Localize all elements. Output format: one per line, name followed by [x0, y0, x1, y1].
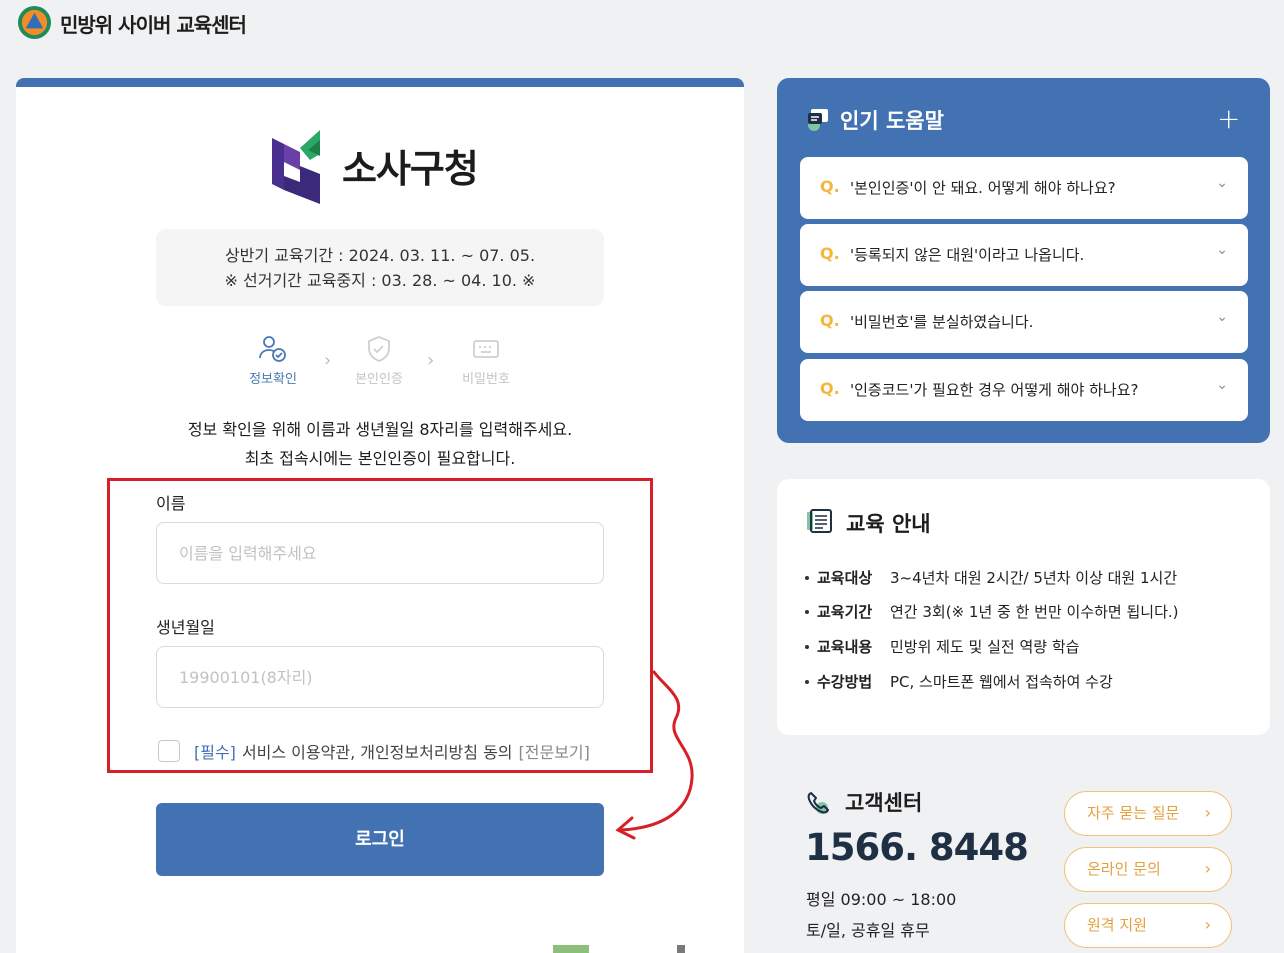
faq-question: '본인인증'이 안 돼요. 어떻게 해야 하나요? [850, 179, 1116, 197]
faq-q-marker: Q. [820, 244, 840, 263]
partial-logo-icon [553, 945, 685, 953]
step-label: 정보확인 [249, 372, 297, 387]
name-input[interactable] [156, 522, 604, 584]
remote-support-button[interactable]: 원격 지원 › [1064, 903, 1232, 948]
education-value: 민방위 제도 및 실전 역량 학습 [890, 638, 1080, 656]
keyboard-icon [473, 340, 499, 358]
education-value: 연간 3회(※ 1년 중 한 번만 이수하면 됩니다.) [890, 603, 1179, 621]
election-pause-line: ※ 선거기간 교육중지 : 03. 28. ~ 04. 10. ※ [224, 271, 536, 290]
step-info-check: 정보확인 [233, 334, 313, 387]
chevron-right-icon: › [1204, 859, 1211, 878]
faq-item[interactable]: Q. '인증코드'가 필요한 경우 어떻게 해야 하나요? ⌄ [800, 359, 1248, 421]
chevron-down-icon: ⌄ [1216, 309, 1228, 325]
instruction-line: 최초 접속시에는 본인인증이 필요합니다. [244, 449, 516, 468]
step-chevron-icon: › [427, 350, 435, 371]
birth-date-input[interactable] [156, 646, 604, 708]
button-label: 온라인 문의 [1087, 860, 1161, 878]
birth-label: 생년월일 [156, 618, 215, 637]
faq-q-marker: Q. [820, 311, 840, 330]
button-label: 자주 묻는 질문 [1087, 804, 1180, 822]
user-check-icon [259, 336, 286, 362]
terms-checkbox[interactable] [158, 740, 180, 762]
sosa-gu-logo-icon [272, 130, 320, 204]
annotation-arrow-icon [615, 670, 694, 840]
step-identity-verify: 본인인증 [339, 334, 419, 387]
education-key: 수강방법 [817, 673, 873, 691]
customer-center-phone: 1566. 8448 [805, 826, 1029, 869]
chevron-right-icon: › [1204, 915, 1211, 934]
faq-question: '비밀번호'를 분실하였습니다. [850, 313, 1034, 331]
terms-text: 서비스 이용약관, 개인정보처리방침 동의 [241, 743, 513, 762]
faq-item[interactable]: Q. '비밀번호'를 분실하였습니다. ⌄ [800, 291, 1248, 353]
faq-item[interactable]: Q. '본인인증'이 안 돼요. 어떻게 해야 하나요? ⌄ [800, 157, 1248, 219]
faq-expand-button[interactable]: + [1217, 102, 1240, 135]
step-label: 본인인증 [355, 372, 403, 387]
education-period-box: 상반기 교육기간 : 2024. 03. 11. ~ 07. 05. ※ 선거기… [156, 229, 604, 306]
education-info-card: 교육 안내 교육대상 3~4년차 대원 2시간/ 5년차 이상 대원 1시간 교… [777, 479, 1270, 735]
bullet-icon [805, 679, 809, 684]
education-title: 교육 안내 [846, 512, 931, 536]
education-row: 교육대상 3~4년차 대원 2시간/ 5년차 이상 대원 1시간 [805, 567, 1177, 588]
step-label: 비밀번호 [462, 372, 510, 387]
shield-check-icon [368, 336, 390, 362]
education-key: 교육기간 [817, 603, 873, 621]
step-chevron-icon: › [324, 350, 332, 371]
weekday-hours: 평일 09:00 ~ 18:00 [806, 890, 957, 909]
chevron-down-icon: ⌄ [1216, 175, 1228, 191]
faq-q-marker: Q. [820, 379, 840, 398]
period-line: 상반기 교육기간 : 2024. 03. 11. ~ 07. 05. [224, 246, 536, 265]
education-row: 교육내용 민방위 제도 및 실전 역량 학습 [805, 636, 1079, 657]
bullet-icon [805, 575, 809, 580]
faq-title: 인기 도움말 [840, 109, 944, 133]
education-row: 교육기간 연간 3회(※ 1년 중 한 번만 이수하면 됩니다.) [805, 601, 1179, 622]
site-title[interactable]: 민방위 사이버 교육센터 [60, 9, 247, 38]
phone-icon [807, 792, 829, 814]
chevron-down-icon: ⌄ [1216, 377, 1228, 393]
login-button[interactable]: 로그인 [156, 803, 604, 876]
top-header: 민방위 사이버 교육센터 [0, 0, 1284, 48]
faq-q-marker: Q. [820, 177, 840, 196]
bullet-icon [805, 644, 809, 649]
login-instruction: 정보 확인을 위해 이름과 생년월일 8자리를 입력해주세요. 최초 접속시에는… [130, 415, 630, 473]
education-row: 수강방법 PC, 스마트폰 웹에서 접속하여 수강 [805, 671, 1113, 692]
education-value: 3~4년차 대원 2시간/ 5년차 이상 대원 1시간 [890, 569, 1178, 587]
instruction-line: 정보 확인을 위해 이름과 생년월일 8자리를 입력해주세요. [187, 420, 573, 439]
org-name: 소사구청 [342, 147, 479, 191]
chevron-right-icon: › [1204, 803, 1211, 822]
online-inquiry-button[interactable]: 온라인 문의 › [1064, 847, 1232, 892]
education-value: PC, 스마트폰 웹에서 접속하여 수강 [890, 673, 1113, 691]
customer-center-title: 고객센터 [845, 791, 923, 815]
faq-link-button[interactable]: 자주 묻는 질문 › [1064, 791, 1232, 836]
login-steps: 정보확인 › 본인인증 › 비밀번호 [230, 334, 540, 394]
document-list-icon [807, 509, 832, 533]
faq-question: '등록되지 않은 대원'이라고 나옵니다. [850, 246, 1085, 264]
education-key: 교육대상 [817, 569, 873, 587]
step-password: 비밀번호 [446, 334, 526, 387]
chevron-down-icon: ⌄ [1216, 242, 1228, 258]
education-key: 교육내용 [817, 638, 873, 656]
popular-help-panel: 인기 도움말 + Q. '본인인증'이 안 돼요. 어떻게 해야 하나요? ⌄ … [777, 78, 1270, 443]
view-full-terms-link[interactable]: [전문보기] [519, 739, 590, 763]
button-label: 원격 지원 [1087, 916, 1147, 934]
faq-item[interactable]: Q. '등록되지 않은 대원'이라고 나옵니다. ⌄ [800, 224, 1248, 286]
bullet-icon [805, 609, 809, 614]
civil-defense-logo-icon[interactable] [17, 5, 52, 40]
chat-bubbles-icon [808, 109, 828, 131]
terms-agreement: [필수] 서비스 이용약관, 개인정보처리방침 동의 [전문보기] [158, 739, 590, 763]
required-tag: [필수] [194, 743, 236, 762]
name-label: 이름 [156, 494, 186, 513]
faq-question: '인증코드'가 필요한 경우 어떻게 해야 하나요? [850, 381, 1139, 399]
holiday-notice: 토/일, 공휴일 휴무 [806, 921, 930, 940]
